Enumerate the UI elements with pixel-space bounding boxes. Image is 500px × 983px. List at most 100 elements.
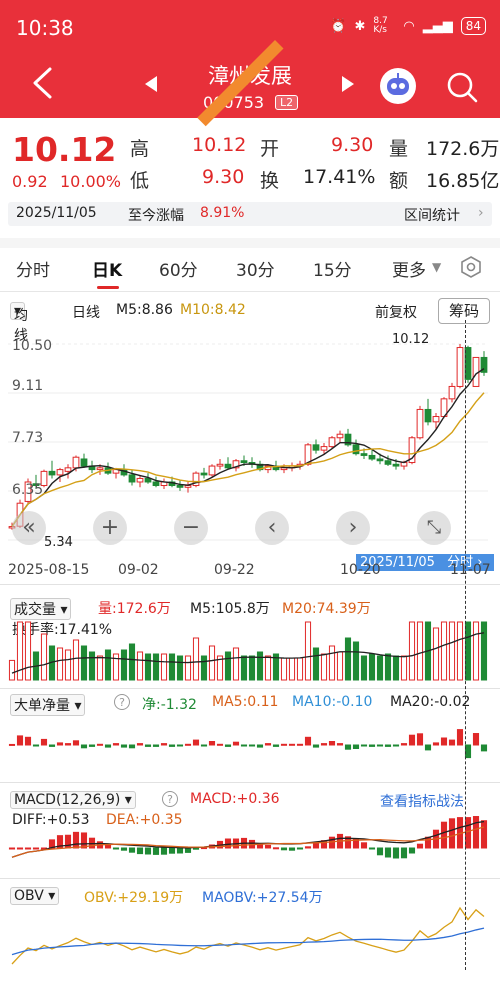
macd-bar: [24, 847, 32, 850]
candle: [384, 460, 392, 465]
help-icon[interactable]: ?: [114, 694, 130, 710]
bigorder-bar: [96, 743, 104, 746]
bigorder-bar: [328, 741, 336, 746]
bigorder-bar: [376, 744, 384, 747]
volume-bar: [72, 639, 80, 681]
obv-selector-label: OBV: [14, 888, 44, 904]
tab-daily-k[interactable]: 日K: [92, 256, 122, 281]
bigorder-bar: [432, 742, 440, 746]
volume-bar: [304, 621, 312, 681]
bigorder-bar: [152, 744, 160, 747]
macd-bar: [80, 832, 88, 849]
bigorder-ma10: MA10:-0.10: [292, 694, 373, 710]
scroll-right-icon[interactable]: ›: [336, 511, 370, 545]
volume-selector[interactable]: 成交量 ▾: [10, 598, 72, 620]
obv-selector[interactable]: OBV ▾: [10, 887, 60, 905]
volume-bar: [128, 643, 136, 681]
crosshair-line: [465, 320, 466, 970]
candle: [320, 446, 328, 451]
macd-bar: [472, 816, 480, 849]
bigorder-bar: [184, 743, 192, 746]
volume-bar: [248, 655, 256, 681]
level2-badge: L2: [275, 95, 299, 110]
tab-more[interactable]: 更多: [392, 256, 426, 281]
assistant-robot-icon[interactable]: [380, 68, 416, 104]
bigorder-bar: [320, 743, 328, 746]
candle: [352, 444, 360, 455]
since-value: 8.91%: [200, 205, 245, 221]
bigorder-bar: [168, 744, 176, 747]
bigorder-bar: [368, 744, 376, 747]
bigorder-bar: [104, 744, 112, 748]
tabs-divider: [0, 291, 500, 292]
candle: [152, 481, 160, 487]
bigorder-bar: [200, 744, 208, 747]
price-change-pct: 10.00%: [60, 172, 122, 191]
bigorder-bar: [416, 733, 424, 746]
volume-bar: [40, 633, 48, 681]
volume-bar: [88, 651, 96, 681]
bigorder-bar: [24, 736, 32, 746]
volume-bar: [208, 645, 216, 681]
interval-stats-bar[interactable]: 2025/11/05 至今涨幅 8.91% 区间统计 ›: [8, 202, 492, 226]
bigorder-bar: [392, 744, 400, 747]
volume-bar: [368, 653, 376, 681]
zoom-minus-icon[interactable]: −: [174, 511, 208, 545]
candle: [424, 408, 432, 423]
chips-button[interactable]: 筹码: [438, 298, 490, 324]
bigorder-bar: [136, 743, 144, 746]
low-price-marker: 5.34: [44, 535, 73, 550]
volume-m5: M5:105.8万: [190, 601, 270, 617]
app-header: 10:38 ⏰ ✱ 8.7 K/s ◠ ▂▄▆ 84 漳州发展 000753 L…: [0, 0, 500, 118]
candle: [96, 467, 104, 471]
tab-60min[interactable]: 60分: [159, 256, 198, 281]
next-stock-icon[interactable]: [342, 76, 354, 92]
volume-bar: [344, 637, 352, 681]
candle: [128, 474, 136, 483]
tab-15min[interactable]: 15分: [313, 256, 352, 281]
macd-chart: [8, 816, 488, 859]
bigorder-bar: [144, 744, 152, 747]
settings-icon[interactable]: [459, 255, 483, 279]
volume-value-label: 量:172.6万: [98, 601, 171, 617]
panel-divider: [0, 782, 500, 783]
macd-bar: [112, 847, 120, 850]
scroll-left-icon[interactable]: ‹: [255, 511, 289, 545]
bigorder-bar: [160, 743, 168, 746]
volume-bar: [464, 621, 472, 681]
volume-bar: [432, 627, 440, 681]
last-price: 10.12: [12, 130, 117, 169]
bigorder-bar: [256, 744, 264, 748]
ma10-value: M10:8.42: [180, 302, 246, 318]
x-label-5: 11-07: [450, 562, 491, 578]
x-label-2: 09-02: [118, 562, 159, 578]
help-icon[interactable]: ?: [162, 791, 178, 807]
macd-bar: [416, 843, 424, 849]
volume-bar: [192, 637, 200, 681]
volume-bar: [120, 649, 128, 681]
adjust-mode[interactable]: 前复权: [375, 302, 417, 322]
bigorder-bar: [464, 744, 472, 759]
ma-selector[interactable]: 均线 ▾: [10, 302, 28, 344]
period-tabs: 分时 日K 60分 30分 15分 更多 ▼: [0, 250, 500, 286]
bigorder-bar: [304, 736, 312, 746]
tab-30min[interactable]: 30分: [236, 256, 275, 281]
fullscreen-icon[interactable]: ⤡: [417, 511, 451, 545]
price-tick-3: 7.73: [12, 430, 44, 446]
candle: [432, 416, 440, 423]
volume-bar: [408, 621, 416, 681]
macd-selector[interactable]: MACD(12,26,9) ▾: [10, 791, 136, 809]
zoom-out-history-icon[interactable]: «: [12, 511, 46, 545]
volume-bar: [480, 621, 488, 681]
search-icon[interactable]: [445, 70, 479, 104]
tab-intraday[interactable]: 分时: [16, 256, 50, 281]
volume-bar: [392, 655, 400, 681]
macd-bar: [280, 847, 288, 851]
volume-bar: [416, 621, 424, 681]
volume-label: 量: [389, 138, 409, 160]
x-label-1: 2025-08-15: [8, 562, 90, 578]
bigorder-bar: [352, 744, 360, 749]
price-tick-4: 6.35: [12, 482, 44, 498]
volume-bar: [160, 653, 168, 681]
zoom-in-icon[interactable]: +: [93, 511, 127, 545]
